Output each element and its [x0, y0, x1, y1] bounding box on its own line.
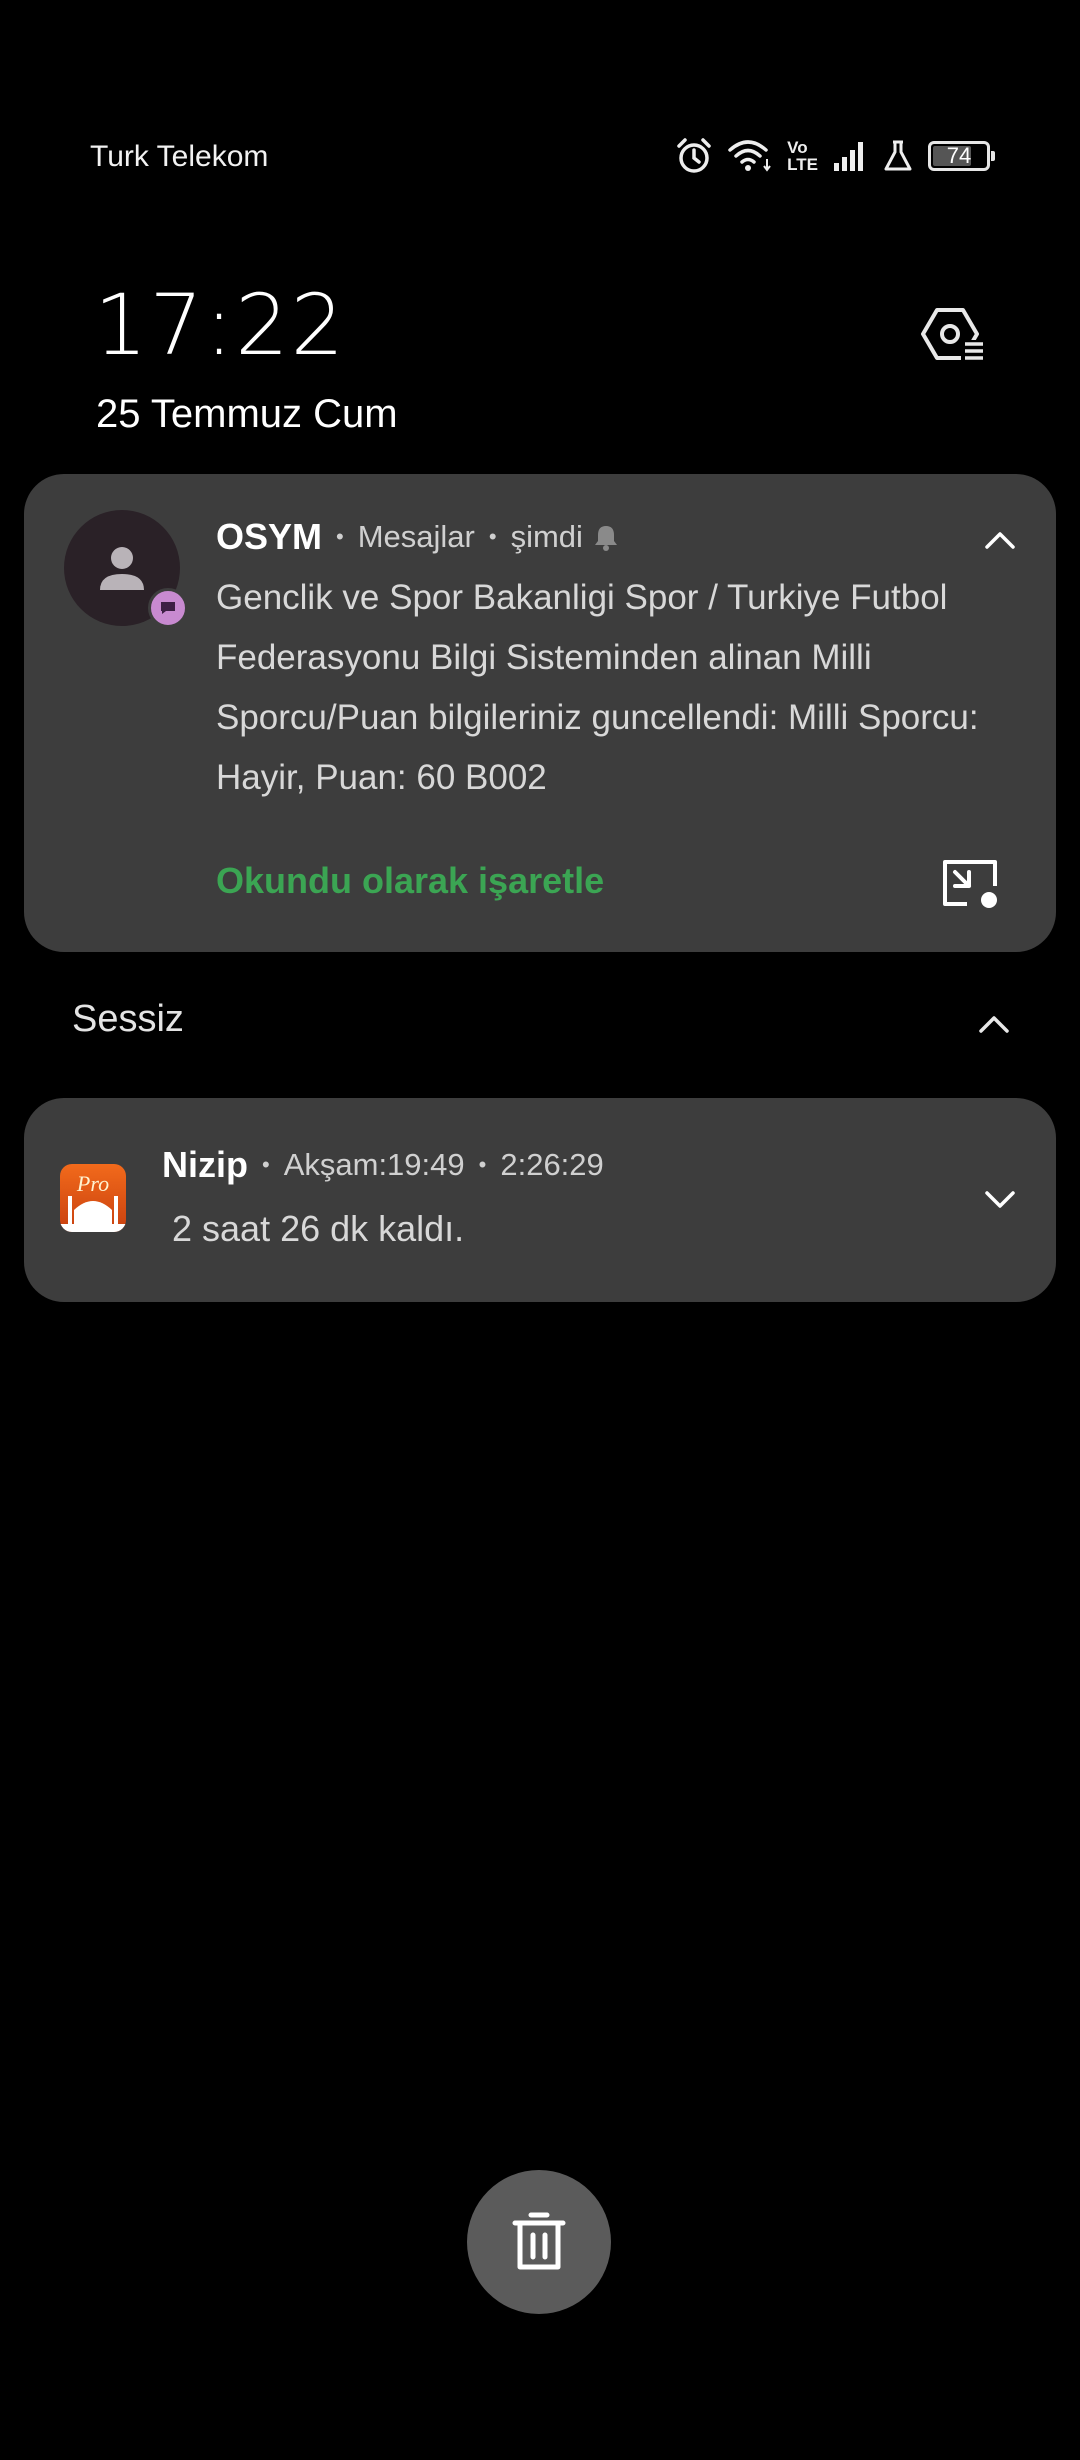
silent-section-label: Sessiz — [72, 998, 184, 1040]
notification-header: OSYM • Mesajlar • şimdi — [216, 516, 619, 558]
notification-app-name: OSYM — [216, 516, 323, 557]
notification-source: Mesajlar — [357, 519, 475, 554]
separator-dot: • — [488, 524, 497, 549]
volte-bottom-text: LTE — [787, 155, 818, 174]
expand-notification-button[interactable] — [970, 1170, 1030, 1230]
alarm-icon — [675, 137, 713, 175]
notification-subtitle: Akşam:19:49 — [283, 1147, 465, 1182]
notification-header: Nizip • Akşam:19:49 • 2:26:29 — [162, 1144, 604, 1186]
trash-icon — [512, 2212, 566, 2270]
battery-icon: 74 — [928, 141, 995, 171]
notification-body: 2 saat 26 dk kaldı. — [172, 1208, 465, 1249]
lockscreen-clock: 17:22 — [94, 276, 347, 374]
wifi-icon — [727, 137, 773, 175]
settings-icon — [921, 308, 985, 360]
mark-as-read-button[interactable]: Okundu olarak işaretle — [216, 860, 604, 902]
signal-icon — [832, 139, 868, 173]
notification-time: şimdi — [510, 519, 583, 554]
svg-text:Pro: Pro — [76, 1171, 109, 1196]
lockscreen-date: 25 Temmuz Cum — [96, 392, 398, 436]
notification-card-osym[interactable]: OSYM • Mesajlar • şimdi Genclik ve Spor … — [24, 474, 1056, 952]
status-bar: Turk Telekom Vo LTE 74 — [0, 0, 1080, 173]
clear-all-notifications-button[interactable] — [467, 2170, 611, 2314]
chevron-up-icon — [985, 532, 1015, 549]
status-icons: Vo LTE 74 — [675, 130, 995, 182]
separator-dot: • — [262, 1152, 270, 1177]
collapse-silent-section-button[interactable] — [964, 994, 1024, 1054]
volte-top-text: Vo — [787, 138, 808, 157]
separator-dot: • — [336, 524, 344, 549]
reply-button[interactable] — [936, 852, 1006, 916]
notification-app-name: Nizip — [162, 1144, 248, 1185]
notification-settings-button[interactable] — [916, 296, 992, 372]
prayer-app-icon: Pro — [60, 1164, 126, 1232]
collapse-notification-button[interactable] — [970, 510, 1030, 570]
messages-badge-icon — [148, 588, 188, 628]
carrier-name: Turk Telekom — [90, 140, 269, 173]
chevron-up-icon — [979, 1016, 1009, 1033]
volte-icon: Vo LTE — [787, 139, 818, 173]
notification-time: 2:26:29 — [500, 1147, 604, 1182]
picture-in-picture-icon — [943, 860, 997, 908]
person-icon — [100, 547, 144, 590]
notification-body: Genclik ve Spor Bakanligi Spor / Turkiye… — [216, 578, 979, 797]
lab-icon — [882, 139, 914, 173]
bell-icon — [593, 523, 619, 551]
notification-card-nizip[interactable]: Pro Nizip • Akşam:19:49 • 2:26:29 2 saat… — [24, 1098, 1056, 1302]
separator-dot: • — [478, 1152, 487, 1177]
battery-percent: 74 — [946, 143, 972, 168]
chevron-down-icon — [985, 1191, 1015, 1208]
